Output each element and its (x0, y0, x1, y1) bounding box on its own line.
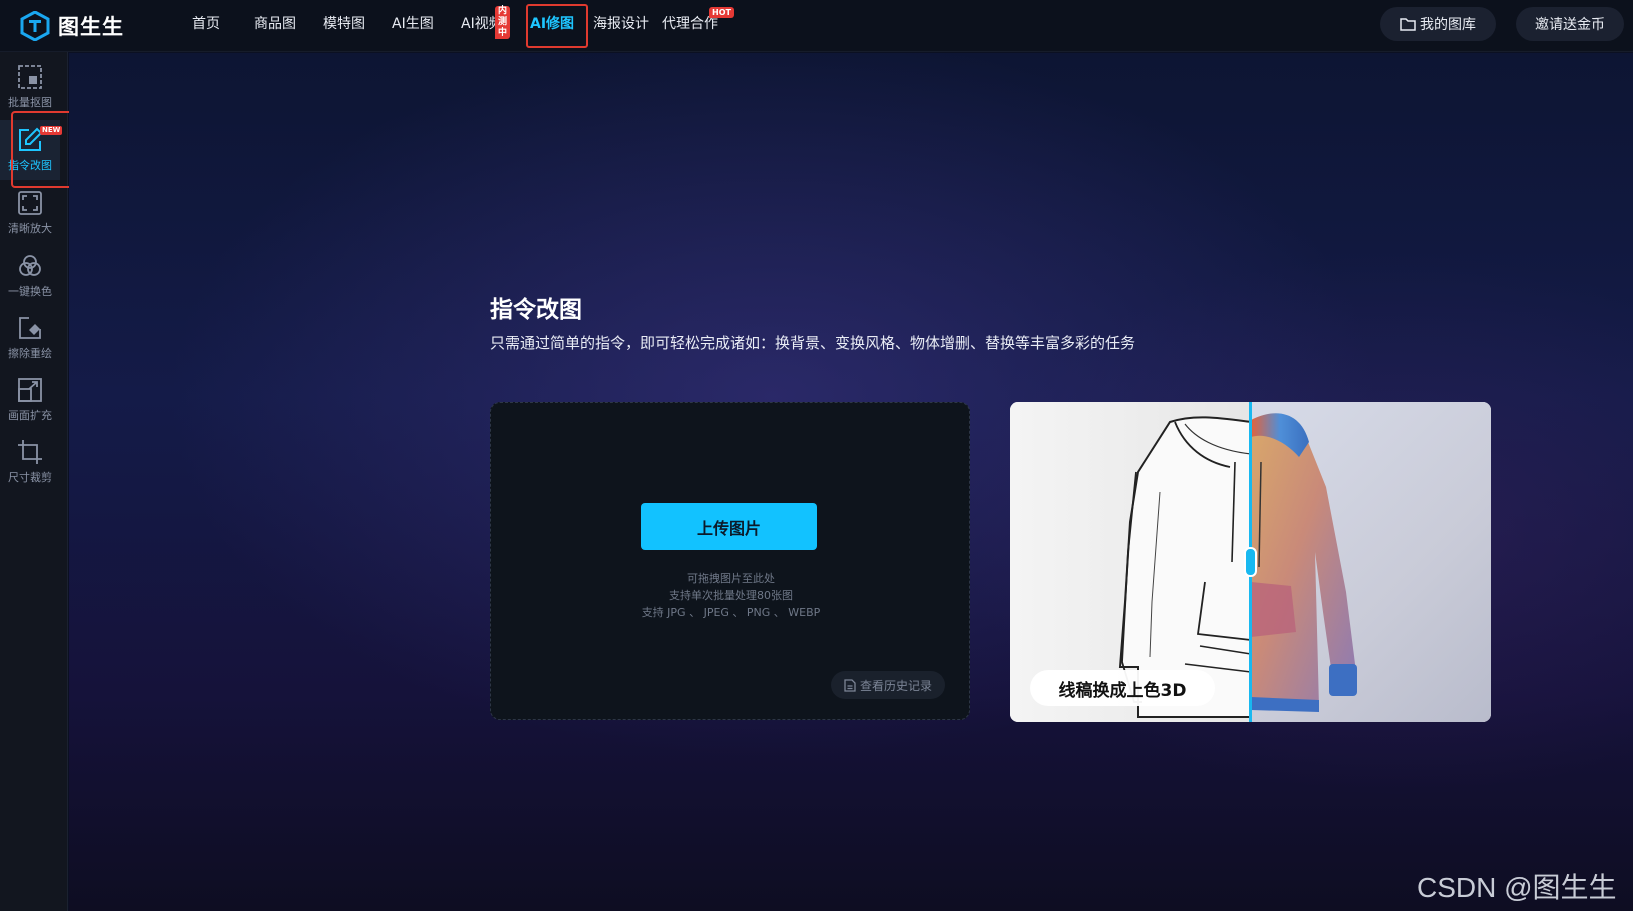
view-history-label: 查看历史记录 (859, 678, 932, 693)
preview-caption: 线稿换成上色3D (1030, 670, 1215, 706)
sidebar-item-label: 一键换色 (8, 285, 52, 298)
sidebar-item-erase[interactable]: 擦除重绘 (0, 308, 60, 368)
sidebar-item-batch-cutout[interactable]: 批量抠图 (0, 57, 60, 117)
nav-ai-retouch[interactable]: AI修图 (530, 0, 574, 52)
sidebar-item-label: 指令改图 (8, 159, 52, 172)
sidebar-item-color-swap[interactable]: 一键换色 (0, 246, 60, 306)
logo[interactable]: 图生生 (20, 10, 170, 41)
sidebar-item-label: 尺寸裁剪 (8, 471, 52, 484)
drag-hint: 可拖拽图片至此处 (687, 572, 775, 585)
batch-cutout-icon (18, 65, 42, 89)
logo-icon (20, 10, 50, 41)
sidebar-item-upscale[interactable]: 清晰放大 (0, 183, 60, 243)
document-icon (844, 678, 856, 692)
beta-badge: 内测中 (495, 5, 511, 39)
nav-ai-generate[interactable]: AI生图 (392, 0, 434, 52)
compare-slider-handle[interactable] (1244, 547, 1257, 577)
expand-icon (18, 378, 42, 402)
nav-home[interactable]: 首页 (192, 0, 220, 52)
upload-image-button[interactable]: 上传图片 (641, 503, 817, 550)
top-navigation-bar: 图生生 首页 商品图 模特图 AI生图 AI视频 内测中 AI修图 海报设计 代… (0, 0, 1633, 52)
crop-icon (18, 440, 42, 464)
my-gallery-label: 我的图库 (1420, 17, 1476, 33)
new-badge: NEW (40, 126, 63, 135)
folder-icon (1400, 18, 1416, 31)
page-subtitle: 只需通过简单的指令，即可轻松完成诸如：换背景、变换风格、物体增删、替换等丰富多彩… (490, 334, 1136, 352)
logo-text: 图生生 (58, 14, 124, 39)
sidebar-item-expand[interactable]: 画面扩充 (0, 370, 60, 430)
tool-sidebar: 批量抠图 NEW 指令改图 清晰放大 一键换色 擦除重绘 画面扩充 尺寸裁剪 (0, 52, 68, 911)
format-hint: 支持 JPG 、 JPEG 、 PNG 、 WEBP (641, 606, 821, 619)
upload-dropzone[interactable]: 上传图片 可拖拽图片至此处 支持单次批量处理80张图 支持 JPG 、 JPEG… (490, 402, 970, 720)
watermark: CSDN @图生生 (1417, 872, 1617, 903)
sidebar-item-label: 批量抠图 (8, 96, 52, 109)
sidebar-item-label: 清晰放大 (8, 222, 52, 235)
invite-label: 邀请送金币 (1535, 17, 1605, 33)
page-title: 指令改图 (490, 297, 582, 323)
nav-product-image[interactable]: 商品图 (254, 0, 296, 52)
nav-poster-design[interactable]: 海报设计 (593, 0, 649, 52)
upscale-icon (18, 191, 42, 215)
sidebar-item-command-edit[interactable]: NEW 指令改图 (0, 120, 63, 180)
example-preview: 线稿换成上色3D (1010, 402, 1491, 722)
hoodie-colored-image (1251, 413, 1357, 712)
sidebar-item-crop[interactable]: 尺寸裁剪 (0, 432, 60, 492)
view-history-button[interactable]: 查看历史记录 (831, 671, 945, 699)
my-gallery-button[interactable]: 我的图库 (1380, 7, 1496, 41)
hot-badge: HOT (709, 6, 734, 18)
erase-icon (19, 317, 41, 339)
nav-model-image[interactable]: 模特图 (323, 0, 365, 52)
sidebar-item-label: 画面扩充 (8, 409, 52, 422)
color-swap-icon (19, 255, 41, 276)
sidebar-item-label: 擦除重绘 (8, 347, 52, 360)
invite-button[interactable]: 邀请送金币 (1516, 7, 1624, 41)
colored-3d-side (1251, 402, 1491, 722)
batch-hint: 支持单次批量处理80张图 (669, 589, 793, 602)
